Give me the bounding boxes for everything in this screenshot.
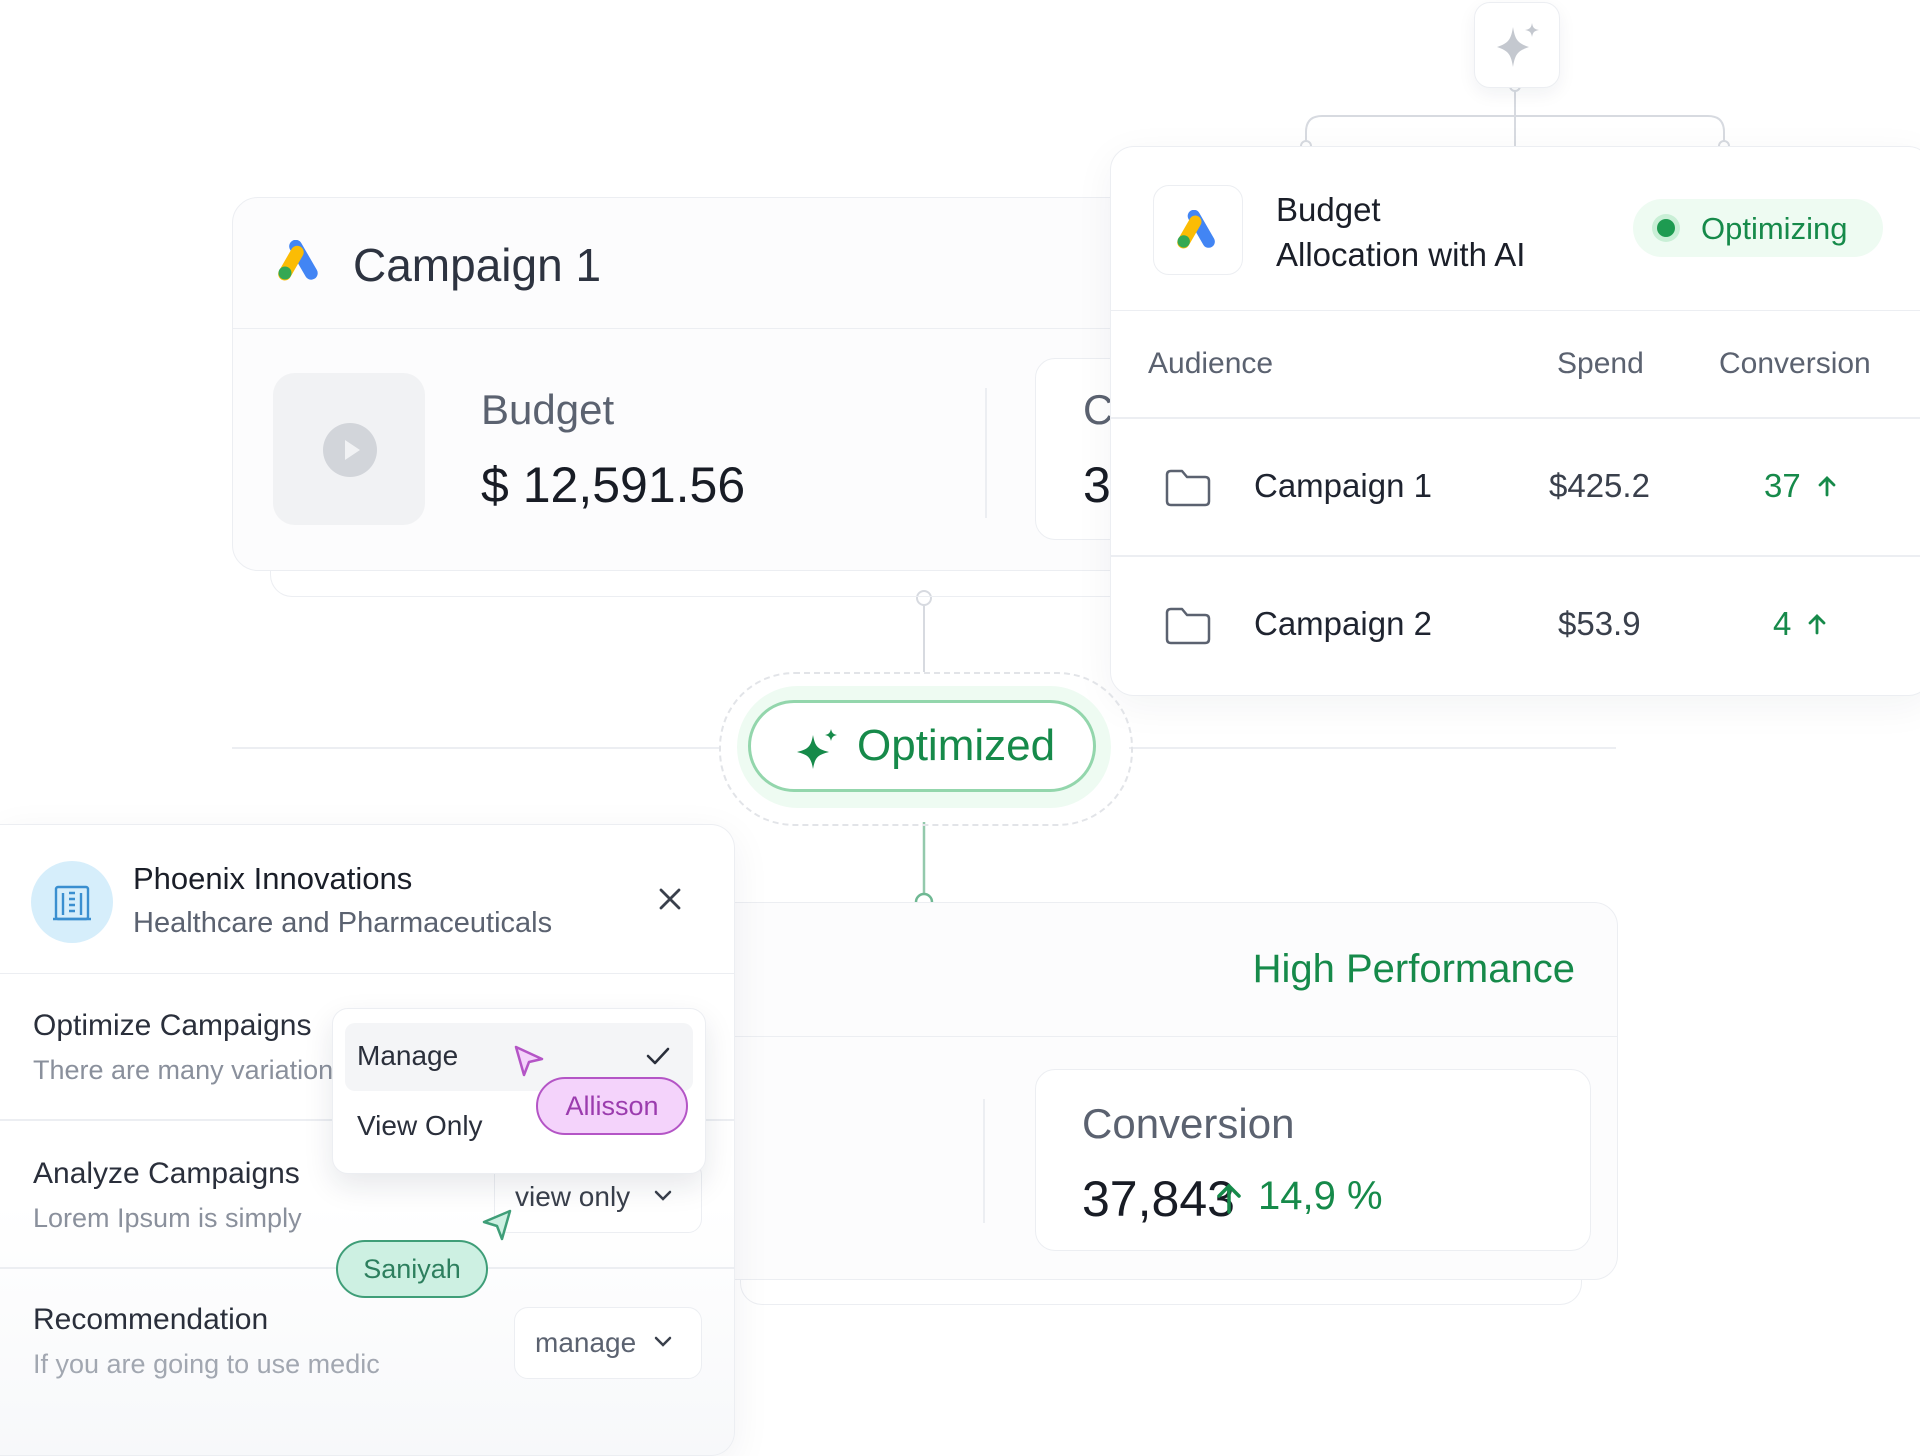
sparkle-icon [1491, 19, 1543, 71]
google-ads-logo-icon [1176, 210, 1220, 250]
divider [983, 1099, 985, 1223]
conversion-value: 37,843 [1082, 1171, 1235, 1227]
secondary-metric-label: C [1083, 386, 1114, 433]
budget-allocation-card: Budget Allocation with AI Optimizing Aud… [1110, 146, 1920, 696]
arrow-up-icon [1216, 1182, 1242, 1214]
status-badge: Optimizing [1633, 199, 1883, 257]
performance-card-header: High Performance [701, 903, 1617, 1037]
conversion-label: Conversion [1082, 1100, 1295, 1147]
cursor-arrow-icon [480, 1208, 514, 1242]
budget-label: Budget [481, 386, 615, 433]
permission-title: Optimize Campaigns [33, 1009, 312, 1042]
ai-sparkle-button[interactable] [1474, 2, 1560, 88]
row-spend: $425.2 [1549, 467, 1650, 504]
budget-value: $ 12,591.56 [481, 457, 746, 513]
company-industry: Healthcare and Pharmaceuticals [133, 907, 553, 939]
column-header-conversion[interactable]: Conversion [1719, 347, 1871, 381]
allocation-title: Budget Allocation with AI [1276, 187, 1596, 277]
permission-select[interactable]: manage [514, 1307, 702, 1379]
company-name: Phoenix Innovations [133, 861, 413, 896]
google-ads-logo-icon [277, 240, 323, 282]
google-ads-logo [1153, 185, 1243, 275]
chevron-down-icon [654, 1336, 672, 1347]
company-header: Phoenix Innovations Healthcare and Pharm… [0, 825, 734, 974]
row-conversion: 4 [1773, 605, 1792, 642]
permission-select-value: manage [535, 1327, 637, 1358]
allocation-title-line1: Budget [1276, 191, 1381, 228]
play-icon [323, 423, 377, 477]
column-header-spend[interactable]: Spend [1557, 347, 1644, 381]
optimized-badge[interactable]: Optimized [748, 700, 1096, 792]
status-text: Optimizing [1701, 211, 1848, 246]
divider [985, 388, 987, 518]
video-thumbnail[interactable] [273, 373, 425, 525]
folder-icon [1165, 607, 1211, 645]
table-row[interactable]: Campaign 2 $53.9 4 [1111, 557, 1920, 693]
permission-title: Analyze Campaigns [33, 1157, 300, 1190]
row-audience: Campaign 1 [1254, 467, 1432, 504]
allocation-title-line2: Allocation with AI [1276, 236, 1526, 273]
company-avatar [31, 861, 113, 943]
close-icon[interactable] [656, 885, 684, 913]
dropdown-option-label: View Only [357, 1110, 483, 1141]
permission-title: Recommendation [33, 1303, 269, 1336]
permission-select-value: view only [515, 1181, 631, 1212]
campaign-title: Campaign 1 [353, 239, 602, 291]
row-conversion: 37 [1764, 467, 1801, 504]
conversion-metric-card: Conversion 37,843 14,9 % [1035, 1069, 1591, 1251]
performance-card-stack-edge [740, 1276, 1582, 1305]
arrow-up-icon [1818, 475, 1836, 497]
optimized-label: Optimized [857, 721, 1056, 770]
chevron-down-icon [654, 1190, 672, 1201]
sparkle-icon [793, 727, 841, 773]
conversion-delta: 14,9 % [1258, 1174, 1383, 1218]
collaborator-tag-saniyah: Saniyah [336, 1240, 488, 1298]
secondary-metric-value: 3 [1083, 457, 1111, 513]
permission-description: If you are going to use medic [33, 1349, 380, 1379]
arrow-up-icon [1808, 613, 1826, 635]
permission-description: Lorem Ipsum is simply [33, 1203, 302, 1233]
table-row[interactable]: Campaign 1 $425.2 37 [1111, 419, 1920, 555]
column-header-audience[interactable]: Audience [1148, 347, 1273, 381]
row-audience: Campaign 2 [1254, 605, 1432, 642]
dropdown-option-label: Manage [357, 1040, 459, 1071]
check-icon [645, 1045, 671, 1067]
status-dot-icon [1657, 219, 1675, 237]
building-icon [51, 881, 93, 923]
permission-description: There are many variation [33, 1055, 333, 1085]
high-performance-card: High Performance Conversion 37,843 14,9 … [700, 902, 1618, 1280]
performance-title: High Performance [1252, 947, 1575, 991]
folder-icon [1165, 469, 1211, 507]
cursor-arrow-icon [512, 1044, 546, 1078]
collaborator-tag-allisson: Allisson [536, 1077, 688, 1135]
row-spend: $53.9 [1558, 605, 1641, 642]
allocation-card-header: Budget Allocation with AI Optimizing [1111, 147, 1920, 311]
